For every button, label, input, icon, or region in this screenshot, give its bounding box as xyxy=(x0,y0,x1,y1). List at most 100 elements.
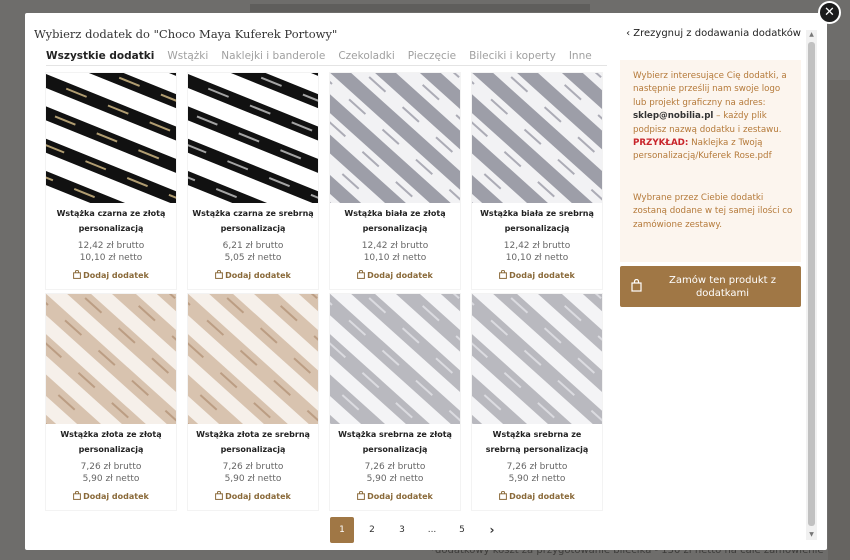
price-gross: 7,26 zł brutto xyxy=(80,462,142,472)
shopping-bag-icon xyxy=(215,491,224,500)
product-name[interactable]: Wstążka biała ze złotą personalizacją xyxy=(334,206,456,236)
price-gross: 7,26 zł brutto xyxy=(222,462,284,472)
price-gross: 7,26 zł brutto xyxy=(506,462,568,472)
product-thumbnail[interactable] xyxy=(330,73,460,203)
add-addon-button[interactable]: Dodaj dodatek xyxy=(330,491,460,501)
tabs-divider xyxy=(46,65,607,66)
modal-scrollbar[interactable]: ▲ ▼ xyxy=(806,30,817,540)
ribbon-image xyxy=(472,294,602,424)
product-name[interactable]: Wstążka biała ze srebrną personalizacją xyxy=(476,206,598,236)
add-addon-label: Dodaj dodatek xyxy=(83,492,149,501)
info-email: sklep@nobilia.pl xyxy=(633,111,714,122)
add-addon-label: Dodaj dodatek xyxy=(225,271,291,280)
product-thumbnail[interactable] xyxy=(330,294,460,424)
product-card: Wstążka złota ze srebrną personalizacją 7… xyxy=(188,294,318,510)
add-addon-button[interactable]: Dodaj dodatek xyxy=(46,270,176,280)
tab-1[interactable]: Wstążki xyxy=(167,50,208,66)
product-name[interactable]: Wstążka czarna ze złotą personalizacją xyxy=(50,206,172,236)
product-thumbnail[interactable] xyxy=(472,294,602,424)
price-gross: 12,42 zł brutto xyxy=(77,241,145,251)
price-gross: 6,21 zł brutto xyxy=(222,241,284,251)
add-addon-label: Dodaj dodatek xyxy=(509,492,575,501)
tab-3[interactable]: Czekoladki xyxy=(338,50,394,66)
ribbon-image xyxy=(188,73,318,203)
product-card: Wstążka czarna ze srebrną personalizacją… xyxy=(188,73,318,289)
page-ellipsis: ... xyxy=(427,525,437,535)
pagination: 1 2 3... 5 › xyxy=(330,517,504,543)
add-addon-button[interactable]: Dodaj dodatek xyxy=(330,270,460,280)
ribbon-image xyxy=(46,73,176,203)
addons-modal: Wybierz dodatek do "Choco Maya Kuferek P… xyxy=(25,13,827,550)
page-button-1[interactable]: 1 xyxy=(330,517,354,543)
ribbon-image xyxy=(330,294,460,424)
page-button-2[interactable]: 2 xyxy=(360,517,384,543)
add-addon-label: Dodaj dodatek xyxy=(83,271,149,280)
tab-0[interactable]: Wszystkie dodatki xyxy=(46,50,154,66)
info-note: Wybrane przez Ciebie dodatki zostaną dod… xyxy=(633,193,793,230)
product-thumbnail[interactable] xyxy=(472,73,602,203)
price-net: 10,10 zł netto xyxy=(505,253,569,263)
product-thumbnail[interactable] xyxy=(188,73,318,203)
resign-link[interactable]: ‹ Zrezygnuj z dodawania dodatków xyxy=(626,28,801,39)
add-addon-button[interactable]: Dodaj dodatek xyxy=(188,491,318,501)
add-addon-label: Dodaj dodatek xyxy=(225,492,291,501)
scroll-up-arrow-icon[interactable]: ▲ xyxy=(806,30,817,40)
order-with-addons-button[interactable]: Zamów ten produkt z dodatkami xyxy=(620,266,801,307)
price-net: 10,10 zł netto xyxy=(79,253,143,263)
next-page-button[interactable]: › xyxy=(480,517,504,543)
background-side-strip xyxy=(828,80,850,560)
add-addon-label: Dodaj dodatek xyxy=(367,271,433,280)
price-net: 5,90 zł netto xyxy=(366,474,424,484)
price-gross: 7,26 zł brutto xyxy=(364,462,426,472)
price-net: 5,05 zł netto xyxy=(224,253,282,263)
page-button-5[interactable]: 5 xyxy=(450,517,474,543)
product-card: Wstążka srebrna ze srebrną personalizacj… xyxy=(472,294,602,510)
price-net: 5,90 zł netto xyxy=(508,474,566,484)
shopping-bag-icon xyxy=(631,279,642,292)
shopping-bag-icon xyxy=(499,270,508,279)
product-thumbnail[interactable] xyxy=(46,294,176,424)
ribbon-image xyxy=(330,73,460,203)
tab-4[interactable]: Pieczęcie xyxy=(408,50,456,66)
scroll-down-arrow-icon[interactable]: ▼ xyxy=(806,530,817,540)
add-addon-button[interactable]: Dodaj dodatek xyxy=(472,491,602,501)
close-modal-button[interactable]: ✕ xyxy=(818,1,841,24)
modal-title: Wybierz dodatek do "Choco Maya Kuferek P… xyxy=(34,27,338,41)
info-box: Wybierz interesujące Cię dodatki, a nast… xyxy=(620,60,801,262)
product-name[interactable]: Wstążka złota ze złotą personalizacją xyxy=(50,427,172,457)
category-tabs: Wszystkie dodatki Wstążki Naklejki i bande… xyxy=(46,50,592,66)
shopping-bag-icon xyxy=(73,491,82,500)
product-card: Wstążka biała ze srebrną personalizacją 1… xyxy=(472,73,602,289)
product-name[interactable]: Wstążka czarna ze srebrną personalizacją xyxy=(192,206,314,236)
tab-2[interactable]: Naklejki i banderole xyxy=(221,50,325,66)
shopping-bag-icon xyxy=(499,491,508,500)
product-name[interactable]: Wstążka złota ze srebrną personalizacją xyxy=(192,427,314,457)
tab-5[interactable]: Bileciki i koperty xyxy=(469,50,556,66)
tab-6[interactable]: Inne xyxy=(569,50,592,66)
scroll-thumb[interactable] xyxy=(808,42,815,526)
info-example-label: PRZYKŁAD: xyxy=(633,138,689,149)
ribbon-image xyxy=(188,294,318,424)
product-name[interactable]: Wstążka srebrna ze srebrną personalizacj… xyxy=(476,427,598,457)
ribbon-image xyxy=(46,294,176,424)
add-addon-button[interactable]: Dodaj dodatek xyxy=(472,270,602,280)
product-card: Wstążka czarna ze złotą personalizacją 12… xyxy=(46,73,176,289)
price-net: 5,90 zł netto xyxy=(224,474,282,484)
page-button-3[interactable]: 3 xyxy=(390,517,414,543)
add-addon-button[interactable]: Dodaj dodatek xyxy=(46,491,176,501)
shopping-bag-icon xyxy=(215,270,224,279)
product-thumbnail[interactable] xyxy=(46,73,176,203)
product-card: Wstążka srebrna ze złotą personalizacją 7… xyxy=(330,294,460,510)
info-instructions: Wybierz interesujące Cię dodatki, a nast… xyxy=(633,70,793,164)
order-button-label: Zamów ten produkt z dodatkami xyxy=(669,275,776,299)
add-addon-label: Dodaj dodatek xyxy=(509,271,575,280)
product-name[interactable]: Wstążka srebrna ze złotą personalizacją xyxy=(334,427,456,457)
price-net: 10,10 zł netto xyxy=(363,253,427,263)
background-header-strip xyxy=(250,4,590,12)
info-part1: Wybierz interesujące Cię dodatki, a nast… xyxy=(633,71,787,108)
price-net: 5,90 zł netto xyxy=(82,474,140,484)
add-addon-button[interactable]: Dodaj dodatek xyxy=(188,270,318,280)
product-thumbnail[interactable] xyxy=(188,294,318,424)
shopping-bag-icon xyxy=(357,270,366,279)
product-card: Wstążka biała ze złotą personalizacją 12,… xyxy=(330,73,460,289)
